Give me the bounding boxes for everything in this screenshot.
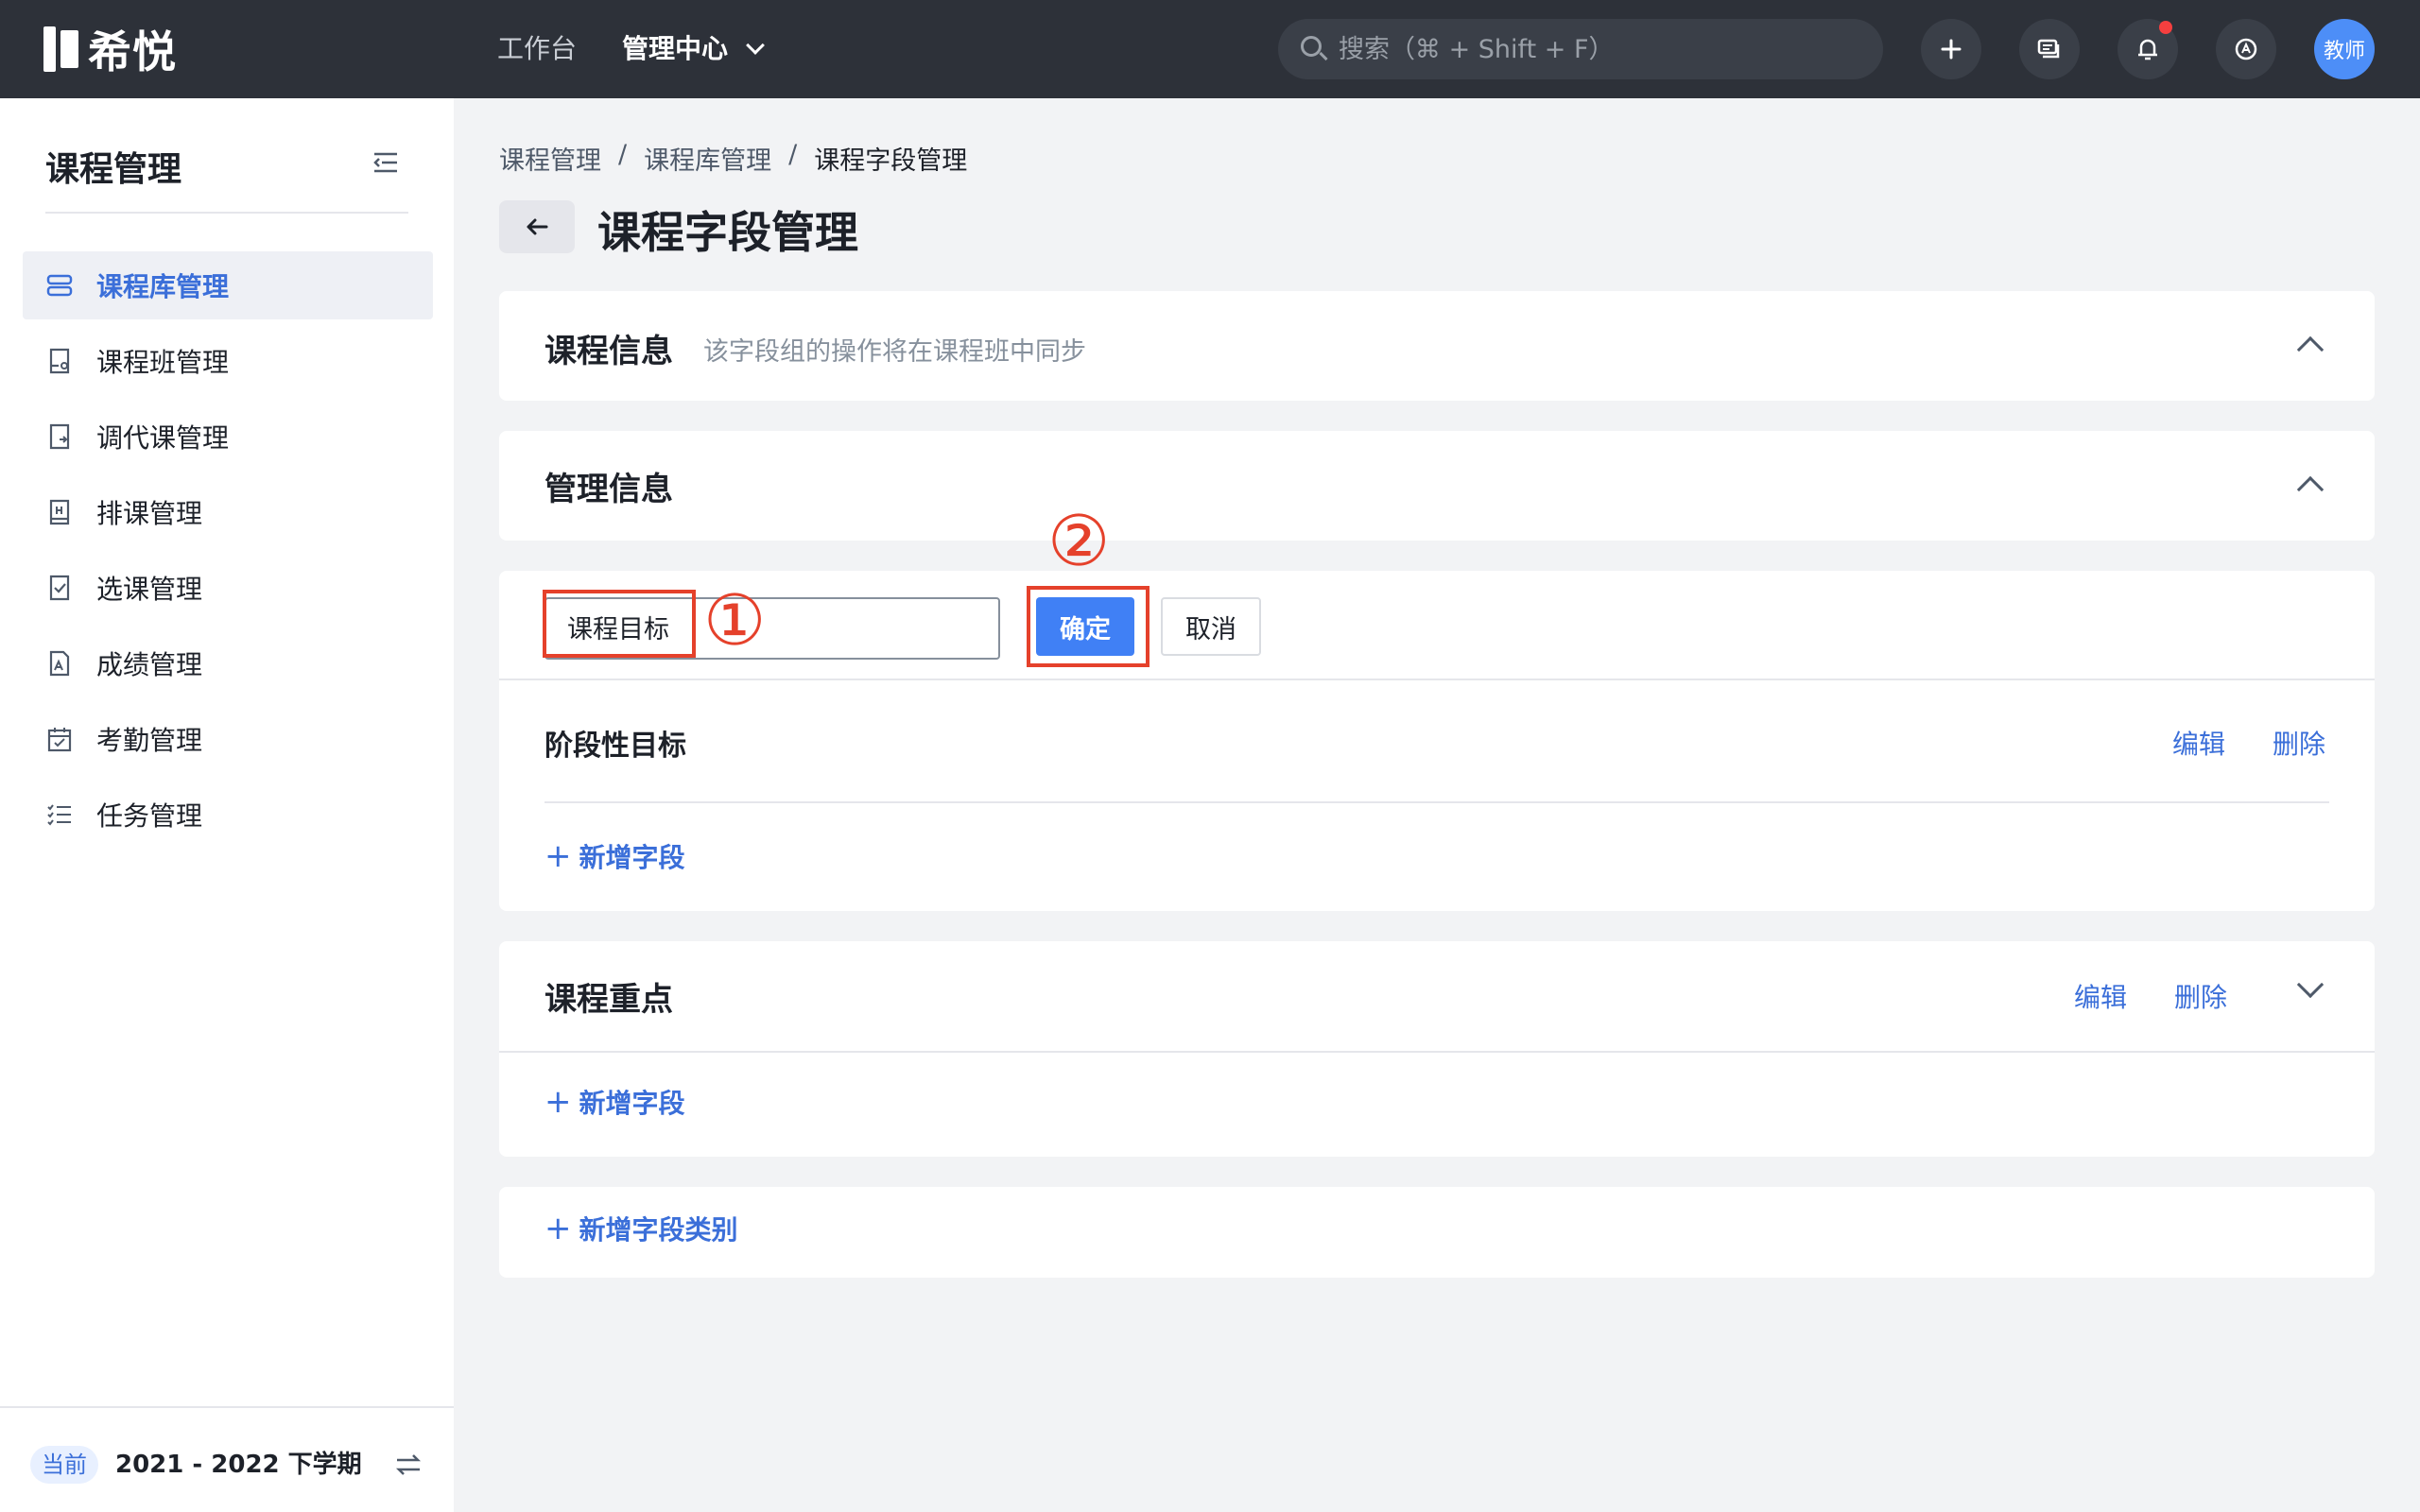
add-field-label: 新增字段 [579, 1088, 685, 1119]
plus-icon: + [544, 1083, 572, 1121]
add-field-button[interactable]: + 新增字段 [544, 837, 685, 875]
manage-info-card: 管理信息 [499, 431, 2375, 541]
breadcrumb-current: 课程字段管理 [814, 146, 968, 176]
edit-field-link[interactable]: 编辑 [2172, 724, 2225, 762]
course-info-subtitle: 该字段组的操作将在课程班中同步 [703, 337, 1086, 367]
sidebar-item-grades[interactable]: 成绩管理 [23, 629, 433, 697]
sidebar-title: 课程管理 [45, 150, 182, 189]
app-logo[interactable]: 希悦 [43, 25, 177, 77]
field-group-edit-card: ① 确定 取消 ② 阶段性目标 编辑 删除 + 新增字段 [499, 507, 2375, 911]
highlight-box-step1 [543, 590, 696, 658]
divider [544, 801, 2329, 803]
page-title: 课程字段管理 [597, 207, 858, 258]
chat-icon [2037, 39, 2060, 59]
sidebar-item-label: 选课管理 [96, 574, 203, 605]
add-field-button[interactable]: + 新增字段 [544, 1083, 685, 1121]
sidebar-item-label: 考勤管理 [96, 725, 203, 756]
breadcrumb-separator: / [618, 140, 628, 169]
delete-field-link[interactable]: 删除 [2273, 724, 2325, 762]
attendance-icon [47, 728, 72, 752]
key-points-title: 课程重点 [544, 981, 673, 1019]
top-bar: 希悦 工作台 管理中心 教师 [0, 0, 2420, 98]
nav-workbench[interactable]: 工作台 [497, 28, 577, 70]
breadcrumb-course-management[interactable]: 课程管理 [499, 140, 601, 177]
breadcrumb-separator: / [788, 140, 798, 169]
compass-icon [2235, 38, 2257, 60]
breadcrumb: 课程管理 / 课程库管理 / 课程字段管理 [499, 140, 967, 177]
term-label: 2021 - 2022 下学期 [115, 1451, 362, 1479]
grade-icon [49, 650, 70, 677]
cancel-button[interactable]: 取消 [1161, 597, 1261, 656]
sidebar-item-course-selection[interactable]: 选课管理 [23, 554, 433, 622]
schedule-icon [49, 499, 70, 525]
global-search[interactable] [1278, 19, 1883, 79]
arrow-left-icon [527, 218, 548, 235]
sidebar-item-course-class[interactable]: 课程班管理 [23, 327, 433, 395]
app-name: 希悦 [88, 26, 177, 77]
manage-info-title: 管理信息 [544, 471, 673, 508]
notifications-button[interactable] [2118, 19, 2178, 79]
add-category-label: 新增字段类别 [579, 1214, 738, 1246]
back-button[interactable] [499, 200, 575, 253]
library-icon [46, 274, 73, 297]
bell-icon [2138, 39, 2157, 60]
swap-icon[interactable] [393, 1450, 424, 1480]
breadcrumb-course-library[interactable]: 课程库管理 [644, 140, 771, 177]
sidebar-item-attendance[interactable]: 考勤管理 [23, 705, 433, 773]
sidebar-item-scheduling[interactable]: 排课管理 [23, 478, 433, 546]
sidebar-item-label: 任务管理 [96, 800, 203, 832]
substitute-icon [49, 423, 70, 450]
delete-group-link[interactable]: 删除 [2174, 977, 2227, 1015]
step-1-marker: ① [703, 580, 767, 662]
collapse-sidebar-icon[interactable] [372, 151, 399, 174]
edit-group-link[interactable]: 编辑 [2074, 977, 2127, 1015]
search-icon [1299, 34, 1329, 64]
sidebar-item-course-library[interactable]: 课程库管理 [23, 251, 433, 319]
nav-management-center[interactable]: 管理中心 [622, 28, 765, 70]
plus-icon: + [544, 1210, 572, 1247]
search-input[interactable] [1339, 34, 1868, 64]
sidebar-divider [45, 212, 408, 214]
course-info-title: 课程信息 [544, 333, 673, 370]
chevron-up-icon[interactable] [2296, 335, 2325, 364]
plus-icon: + [544, 837, 572, 875]
add-field-label: 新增字段 [579, 842, 685, 873]
sidebar-item-label: 课程班管理 [96, 347, 230, 378]
highlight-box-step2 [1027, 586, 1150, 667]
app-switch-button[interactable] [2216, 19, 2276, 79]
chevron-up-icon[interactable] [2296, 475, 2325, 504]
messages-button[interactable] [2019, 19, 2080, 79]
add-field-category-button[interactable]: + 新增字段类别 [544, 1210, 738, 1247]
add-category-card: + 新增字段类别 [499, 1187, 2375, 1278]
sidebar-item-label: 成绩管理 [96, 649, 203, 680]
divider [499, 1051, 2375, 1053]
chevron-down-icon [746, 36, 765, 55]
logo-icon [43, 26, 78, 72]
divider [499, 679, 2375, 680]
task-icon [47, 804, 71, 826]
add-button[interactable] [1921, 19, 1981, 79]
field-name: 阶段性目标 [544, 730, 686, 763]
step-2-marker: ② [1047, 501, 1111, 582]
class-icon [49, 348, 70, 374]
sidebar-item-label: 课程库管理 [96, 271, 230, 302]
term-selector: 当前 2021 - 2022 下学期 [0, 1406, 454, 1512]
sidebar-item-label: 排课管理 [96, 498, 203, 529]
sidebar-item-label: 调代课管理 [96, 422, 230, 454]
sidebar-item-tasks[interactable]: 任务管理 [23, 781, 433, 849]
sidebar-menu: 课程库管理 课程班管理 调代课管理 排课管理 选课管理 成绩管理 考勤管理 任务… [23, 251, 433, 856]
plus-icon [1941, 39, 1962, 60]
term-badge: 当前 [30, 1446, 98, 1484]
chevron-down-icon[interactable] [2296, 971, 2325, 999]
sidebar-item-substitute[interactable]: 调代课管理 [23, 403, 433, 471]
notification-dot [2159, 21, 2172, 34]
course-info-card: 课程信息 该字段组的操作将在课程班中同步 [499, 291, 2375, 401]
user-avatar[interactable]: 教师 [2314, 19, 2375, 79]
sidebar: 课程管理 课程库管理 课程班管理 调代课管理 排课管理 选课管理 成绩管理 考勤… [0, 98, 454, 1512]
nav-management-center-label: 管理中心 [622, 33, 729, 64]
key-points-card: 课程重点 编辑 删除 + 新增字段 [499, 941, 2375, 1157]
select-course-icon [49, 575, 70, 601]
